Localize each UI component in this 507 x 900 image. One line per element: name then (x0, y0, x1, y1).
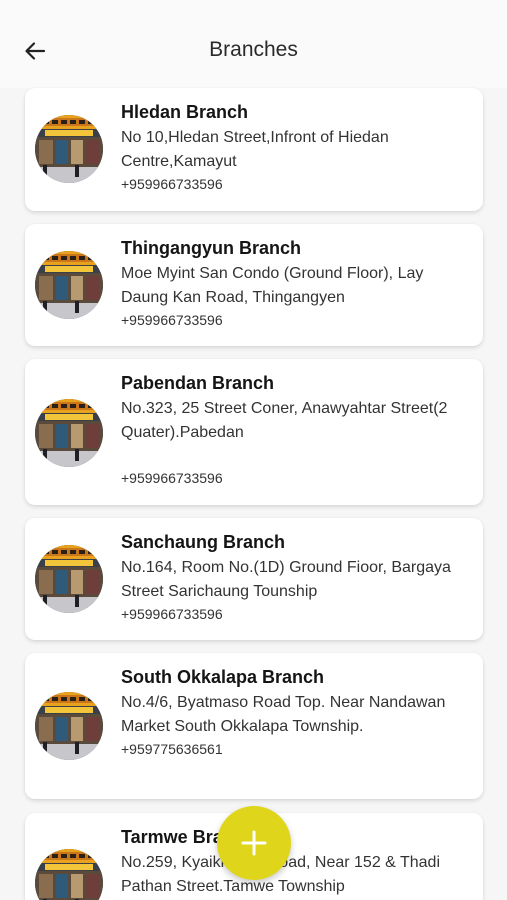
branch-info: Hledan Branch No 10,Hledan Street,Infron… (121, 100, 471, 195)
add-branch-fab[interactable] (217, 806, 291, 880)
storefront-image (35, 692, 103, 760)
branch-address: No.4/6, Byatmaso Road Top. Near Nandawan… (121, 694, 446, 735)
branch-address: No.259, Kyaikkasan Road, Near 152 & Thad… (121, 854, 441, 895)
branch-name: Sanchaung Branch (121, 532, 286, 552)
branch-phone[interactable]: +959775636561 (121, 738, 471, 760)
branch-name: Pabendan Branch (121, 373, 275, 393)
branch-phone[interactable]: +959966733596 (121, 173, 471, 195)
branch-name: Tarmwe Branch (121, 827, 255, 847)
branch-info: Thingangyun Branch Moe Myint San Condo (… (121, 236, 471, 331)
branch-avatar (35, 849, 103, 900)
branch-phone[interactable]: +959966733596 (121, 603, 471, 625)
branch-info: Sanchaung Branch No.164, Room No.(1D) Gr… (121, 530, 471, 625)
branch-address: No.323, 25 Street Coner, Anawyahtar Stre… (121, 400, 448, 441)
plus-icon (241, 830, 267, 856)
branches-screen: Branches Hledan Branch No 10,Hledan Stre… (0, 0, 507, 900)
branch-name: Thingangyun Branch (121, 238, 301, 258)
app-bar: Branches (0, 0, 507, 88)
branch-card[interactable]: Hledan Branch No 10,Hledan Street,Infron… (25, 88, 483, 211)
branch-address: No.164, Room No.(1D) Ground Fioor, Barga… (121, 559, 451, 600)
branch-avatar (35, 251, 103, 319)
branch-card[interactable]: Thingangyun Branch Moe Myint San Condo (… (25, 224, 483, 346)
storefront-image (35, 849, 103, 900)
branch-phone[interactable]: +959966733596 (121, 467, 471, 489)
storefront-image (35, 251, 103, 319)
branch-name: South Okkalapa Branch (121, 667, 325, 687)
branch-avatar (35, 692, 103, 760)
storefront-image (35, 399, 103, 467)
branch-address: No 10,Hledan Street,Infront of Hiedan Ce… (121, 129, 389, 170)
branch-info: South Okkalapa Branch No.4/6, Byatmaso R… (121, 665, 471, 760)
branch-avatar (35, 115, 103, 183)
branch-name: Hledan Branch (121, 102, 249, 122)
branch-card[interactable]: South Okkalapa Branch No.4/6, Byatmaso R… (25, 653, 483, 799)
storefront-image (35, 545, 103, 613)
storefront-image (35, 115, 103, 183)
branch-info: Pabendan Branch No.323, 25 Street Coner,… (121, 371, 471, 489)
branch-avatar (35, 545, 103, 613)
branch-address: Moe Myint San Condo (Ground Floor), Lay … (121, 265, 424, 306)
branch-card[interactable]: Sanchaung Branch No.164, Room No.(1D) Gr… (25, 518, 483, 640)
branch-info: Tarmwe Branch No.259, Kyaikkasan Road, N… (121, 825, 471, 898)
branch-card[interactable]: Pabendan Branch No.323, 25 Street Coner,… (25, 359, 483, 505)
branch-avatar (35, 399, 103, 467)
branch-phone[interactable]: +959966733596 (121, 309, 471, 331)
page-title: Branches (209, 38, 298, 61)
